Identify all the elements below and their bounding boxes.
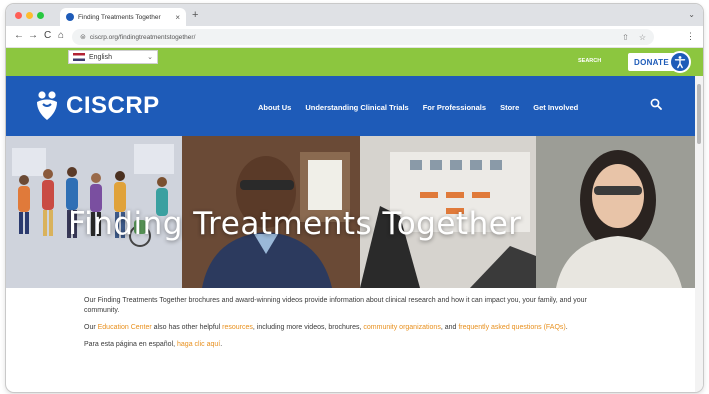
tab-close-icon[interactable]: × (175, 13, 180, 22)
chevron-down-icon: ⌄ (147, 54, 153, 61)
browser-menu-icon[interactable]: ⋮ (686, 31, 695, 42)
ciscrp-logo[interactable]: CISCRP (34, 90, 160, 122)
resources-paragraph: Our Education Center also has other help… (84, 323, 624, 333)
resources-text-4: , and (440, 324, 459, 331)
bookmark-star-icon[interactable]: ☆ (639, 33, 646, 42)
woman-portrait (536, 136, 703, 288)
intro-content: Our Finding Treatments Together brochure… (84, 296, 624, 357)
new-tab-button[interactable]: + (192, 9, 198, 21)
hero-photo-woman (536, 136, 703, 288)
community-organizations-link[interactable]: community organizations (363, 324, 440, 331)
forward-button[interactable]: → (28, 30, 38, 41)
nav-for-professionals[interactable]: For Professionals (423, 103, 486, 112)
minimize-window-button[interactable] (26, 12, 33, 19)
language-select[interactable]: English ⌄ (68, 50, 158, 64)
spanish-text-1: Para esta página en español, (84, 341, 178, 348)
tab-title: Finding Treatments Together (78, 13, 161, 21)
ciscrp-logo-icon (37, 91, 57, 120)
tab-strip: Finding Treatments Together × + ⌄ (6, 4, 703, 26)
intro-paragraph: Our Finding Treatments Together brochure… (84, 296, 624, 316)
intro-text: Our Finding Treatments Together brochure… (84, 297, 587, 314)
close-window-button[interactable] (15, 12, 22, 19)
resources-link[interactable]: resources (222, 324, 253, 331)
hero-banner: Finding Treatments Together (6, 136, 703, 288)
nav-about-us[interactable]: About Us (258, 103, 291, 112)
education-center-link[interactable]: Education Center (98, 324, 152, 331)
faqs-link[interactable]: frequently asked questions (FAQs) (458, 324, 565, 331)
us-flag-icon (73, 53, 85, 61)
resources-text-3: , including more videos, brochures, (252, 324, 364, 331)
spanish-paragraph: Para esta página en español, haga clic a… (84, 340, 624, 350)
reload-button[interactable]: C (44, 30, 51, 41)
language-label: English (89, 53, 112, 61)
nav-links: About Us Understanding Clinical Trials F… (258, 103, 578, 112)
utility-link[interactable]: SEARCH (578, 58, 601, 64)
accessibility-button[interactable] (669, 51, 691, 73)
browser-window: Finding Treatments Together × + ⌄ ← → C … (6, 4, 703, 392)
nav-understanding-clinical-trials[interactable]: Understanding Clinical Trials (305, 103, 408, 112)
main-navigation: CISCRP About Us Understanding Clinical T… (6, 76, 703, 136)
spanish-page-link[interactable]: haga clic aquí (177, 341, 220, 348)
address-bar[interactable]: ⊜ ciscrp.org/findingtreatmentstogether/ … (72, 29, 654, 45)
hero-title: Finding Treatments Together (68, 206, 522, 242)
search-icon[interactable] (650, 98, 662, 110)
maximize-window-button[interactable] (37, 12, 44, 19)
tab-search-icon[interactable]: ⌄ (688, 10, 695, 19)
resources-text-1: Our (84, 324, 98, 331)
url-text[interactable]: ciscrp.org/findingtreatmentstogether/ (90, 34, 612, 41)
logo-text: CISCRP (66, 92, 160, 119)
resources-text-2: also has other helpful (151, 324, 223, 331)
home-button[interactable]: ⌂ (58, 30, 64, 41)
spanish-text-2: . (220, 341, 223, 348)
site-info-icon[interactable]: ⊜ (80, 33, 86, 41)
scrollbar-thumb[interactable] (697, 84, 701, 144)
resources-text-5: . (565, 324, 568, 331)
nav-get-involved[interactable]: Get Involved (533, 103, 578, 112)
nav-store[interactable]: Store (500, 103, 519, 112)
ciscrp-favicon-icon (66, 13, 74, 21)
share-icon[interactable]: ⇧ (622, 33, 629, 42)
accessibility-icon (674, 56, 686, 69)
utility-bar: English ⌄ SEARCH DONATE (6, 48, 703, 76)
active-tab[interactable]: Finding Treatments Together × (60, 8, 186, 26)
back-button[interactable]: ← (14, 30, 24, 41)
browser-toolbar: ← → C ⌂ ⊜ ciscrp.org/findingtreatmentsto… (6, 26, 703, 48)
